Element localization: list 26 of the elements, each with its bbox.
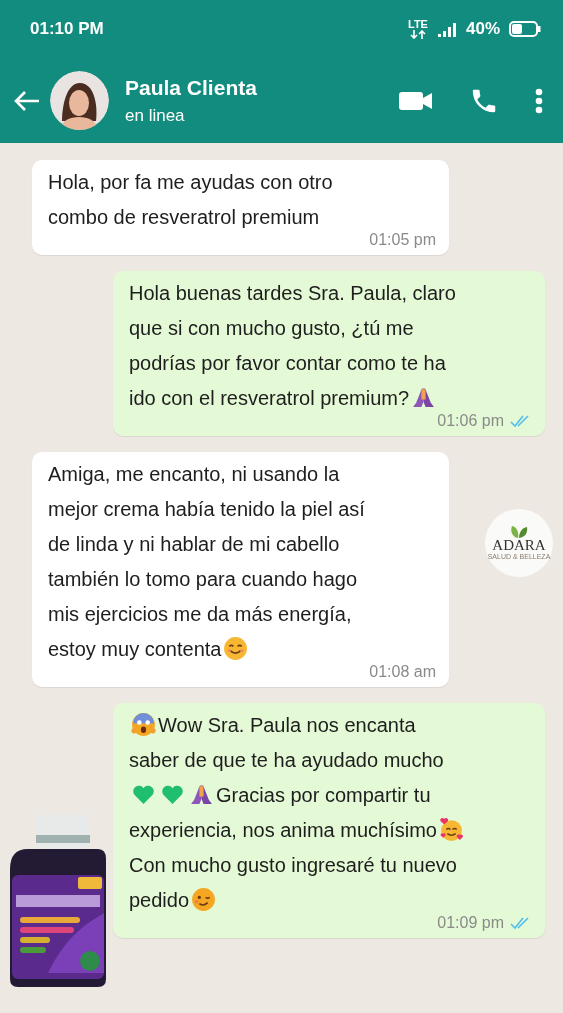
back-arrow-icon[interactable] <box>12 88 42 113</box>
brand-name: ADARA <box>492 538 546 553</box>
message-text: Hola, por fa me ayudas con otro combo de resveratrol premium <box>48 170 333 230</box>
network-type: LTE <box>408 19 428 30</box>
message-text: Amiga, me encanto, ni usando la mejor crema había tenido la piel así de linda y ni hablar de mi cabello también lo tomo para cuando hago mis ejercicios me da más energía, estoy muy contenta <box>48 462 365 663</box>
face-with-hearts-icon <box>438 817 464 842</box>
clock-time: 01:10 PM <box>30 19 105 39</box>
contact-status: en linea <box>125 105 186 126</box>
message-text: Hola buenas tardes Sra. Paula, claro que si con mucho gusto, ¿tú me podrías por favor contar como te ha ido con el resveratrol premium? <box>129 281 456 412</box>
leaf-icon <box>510 525 528 538</box>
winking-face-icon <box>191 887 217 912</box>
battery-icon <box>509 21 541 37</box>
battery-level: 40% <box>465 19 500 39</box>
screaming-face-icon <box>131 712 156 737</box>
message-time: 01:08 am <box>369 663 436 681</box>
message-time: 01:09 pm <box>437 914 504 932</box>
message-time: 01:05 pm <box>369 231 436 249</box>
menu-icon[interactable] <box>535 87 543 114</box>
praying-hands-icon <box>189 782 214 807</box>
praying-hands-icon <box>411 385 437 410</box>
data-arrows-icon <box>410 30 426 39</box>
contact-name: Paula Clienta <box>125 75 258 100</box>
video-call-icon[interactable] <box>399 89 433 112</box>
avatar[interactable] <box>50 71 109 130</box>
message-time: 01:06 pm <box>437 412 504 430</box>
smiling-face-icon <box>223 636 249 661</box>
